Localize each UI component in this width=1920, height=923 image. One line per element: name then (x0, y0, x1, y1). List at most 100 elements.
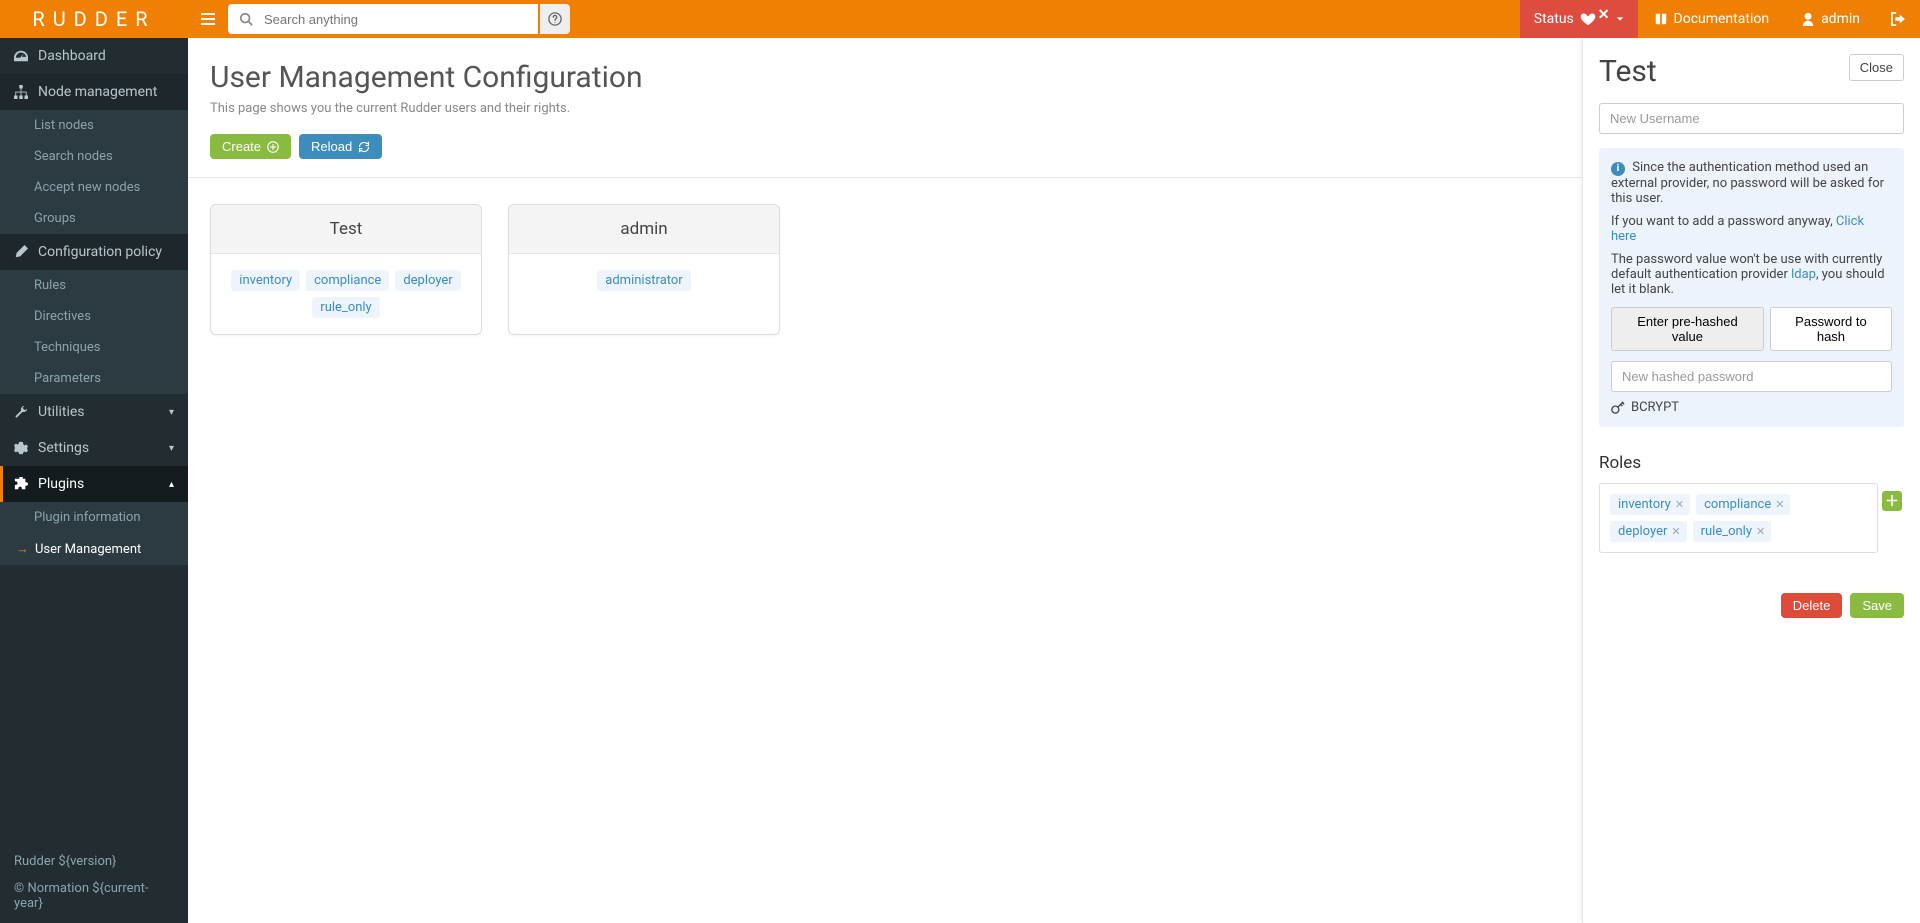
remove-role-icon[interactable]: ✕ (1671, 525, 1680, 538)
panel-callout: i Since the authentication method used a… (1599, 148, 1904, 427)
user-icon (1801, 12, 1815, 26)
sidebar-version: Rudder ${version} (0, 842, 188, 881)
page-subtitle: This page shows you the current Rudder u… (210, 101, 643, 116)
role-tag-label: compliance (1704, 497, 1771, 512)
book-icon (1654, 12, 1668, 26)
chevron-down-icon: ▾ (169, 407, 174, 418)
question-icon (548, 12, 562, 26)
info-icon: i (1611, 162, 1625, 176)
tab-password-to-hash[interactable]: Password to hash (1770, 307, 1892, 351)
editable-role-tag: inventory ✕ (1610, 494, 1690, 515)
callout-provider-name: ldap (1791, 267, 1816, 282)
role-tag: administrator (597, 270, 690, 291)
subnav-groups[interactable]: Groups (0, 203, 188, 234)
nav-settings[interactable]: Settings ▾ (0, 430, 188, 466)
user-card-name: Test (211, 205, 481, 254)
reload-button[interactable]: Reload (299, 134, 382, 159)
reload-button-label: Reload (311, 139, 352, 154)
nav-plugins[interactable]: Plugins ▴ (0, 466, 188, 502)
role-tag: inventory (231, 270, 300, 291)
user-card[interactable]: Test inventory compliance deployer rule_only (210, 204, 482, 335)
refresh-icon (358, 141, 370, 153)
save-button[interactable]: Save (1850, 593, 1904, 618)
search-input[interactable] (264, 4, 538, 34)
nav-utilities-label: Utilities (38, 404, 85, 420)
topbar: RUDDER Status ✕ Documentation admin (0, 0, 1920, 38)
search-help-button[interactable] (540, 4, 570, 34)
logout-icon (1890, 12, 1906, 26)
key-icon (1611, 400, 1625, 414)
user-label: admin (1821, 11, 1860, 27)
subnav-accept-nodes[interactable]: Accept new nodes (0, 172, 188, 203)
nav-settings-label: Settings (38, 440, 89, 456)
panel-close-button[interactable]: Close (1849, 54, 1904, 81)
subnav-parameters[interactable]: Parameters (0, 363, 188, 394)
subnav-plugin-info[interactable]: Plugin information (0, 502, 188, 533)
documentation-link[interactable]: Documentation (1638, 0, 1786, 38)
sidebar: Dashboard Node management List nodes Sea… (0, 38, 188, 923)
subnav-rules[interactable]: Rules (0, 270, 188, 301)
menu-toggle[interactable] (188, 12, 228, 26)
chevron-down-icon (1616, 15, 1624, 23)
user-menu[interactable]: admin (1785, 0, 1876, 38)
editable-role-tag: deployer ✕ (1610, 521, 1687, 542)
nav-plugins-label: Plugins (38, 476, 84, 492)
subnav-user-management[interactable]: User Management (0, 533, 188, 565)
subnav-search-nodes[interactable]: Search nodes (0, 141, 188, 172)
delete-button[interactable]: Delete (1781, 593, 1843, 618)
page-title: User Management Configuration (210, 60, 643, 95)
role-tag: compliance (306, 270, 389, 291)
create-button-label: Create (222, 139, 261, 154)
subnav-list-nodes[interactable]: List nodes (0, 110, 188, 141)
puzzle-icon (14, 477, 28, 491)
user-panel: Test Close i Since the authentication me… (1582, 38, 1920, 923)
status-button[interactable]: Status ✕ (1520, 0, 1638, 38)
remove-role-icon[interactable]: ✕ (1756, 525, 1765, 538)
editable-role-tag: compliance ✕ (1696, 494, 1790, 515)
status-label: Status (1534, 11, 1574, 27)
nav-config-policy[interactable]: Configuration policy (0, 234, 188, 270)
panel-title: Test (1599, 54, 1657, 89)
roles-editor[interactable]: inventory✕compliance✕deployer✕rule_only✕ (1599, 483, 1878, 553)
nav-dashboard-label: Dashboard (38, 48, 106, 64)
remove-role-icon[interactable]: ✕ (1775, 498, 1784, 511)
gear-icon (14, 441, 28, 455)
role-tag-label: inventory (1618, 497, 1671, 512)
logout-button[interactable] (1876, 0, 1920, 38)
add-role-button[interactable]: ＋ (1882, 491, 1902, 511)
documentation-label: Documentation (1674, 11, 1770, 27)
sitemap-icon (14, 85, 28, 99)
nav-node-management-label: Node management (38, 84, 157, 100)
nav-utilities[interactable]: Utilities ▾ (0, 394, 188, 430)
search-box (228, 4, 538, 34)
editable-role-tag: rule_only ✕ (1693, 521, 1772, 542)
role-tag-label: rule_only (1701, 524, 1752, 539)
user-card-roles: inventory compliance deployer rule_only (211, 254, 481, 334)
roles-title: Roles (1599, 453, 1904, 473)
logo: RUDDER (0, 0, 188, 38)
role-tag: deployer (395, 270, 460, 291)
remove-role-icon[interactable]: ✕ (1675, 498, 1684, 511)
wrench-icon (14, 405, 28, 419)
subnav-techniques[interactable]: Techniques (0, 332, 188, 363)
tachometer-icon (14, 49, 28, 63)
plus-circle-icon (267, 141, 279, 153)
pencil-icon (14, 245, 28, 259)
password-input[interactable] (1611, 361, 1892, 392)
sidebar-copyright: © Normation ${current-year} (0, 881, 188, 923)
status-x-icon: ✕ (1598, 7, 1610, 23)
username-input[interactable] (1599, 103, 1904, 134)
search-icon (228, 12, 264, 26)
user-card[interactable]: admin administrator (508, 204, 780, 335)
tab-prehashed[interactable]: Enter pre-hashed value (1611, 307, 1764, 351)
create-button[interactable]: Create (210, 134, 291, 159)
nav-dashboard[interactable]: Dashboard (0, 38, 188, 74)
role-tag-label: deployer (1618, 524, 1667, 539)
nav-config-policy-label: Configuration policy (38, 244, 162, 260)
nav-node-management[interactable]: Node management (0, 74, 188, 110)
bars-icon (201, 12, 215, 26)
chevron-down-icon: ▾ (169, 443, 174, 454)
user-card-name: admin (509, 205, 779, 254)
subnav-directives[interactable]: Directives (0, 301, 188, 332)
role-tag: rule_only (312, 297, 379, 318)
